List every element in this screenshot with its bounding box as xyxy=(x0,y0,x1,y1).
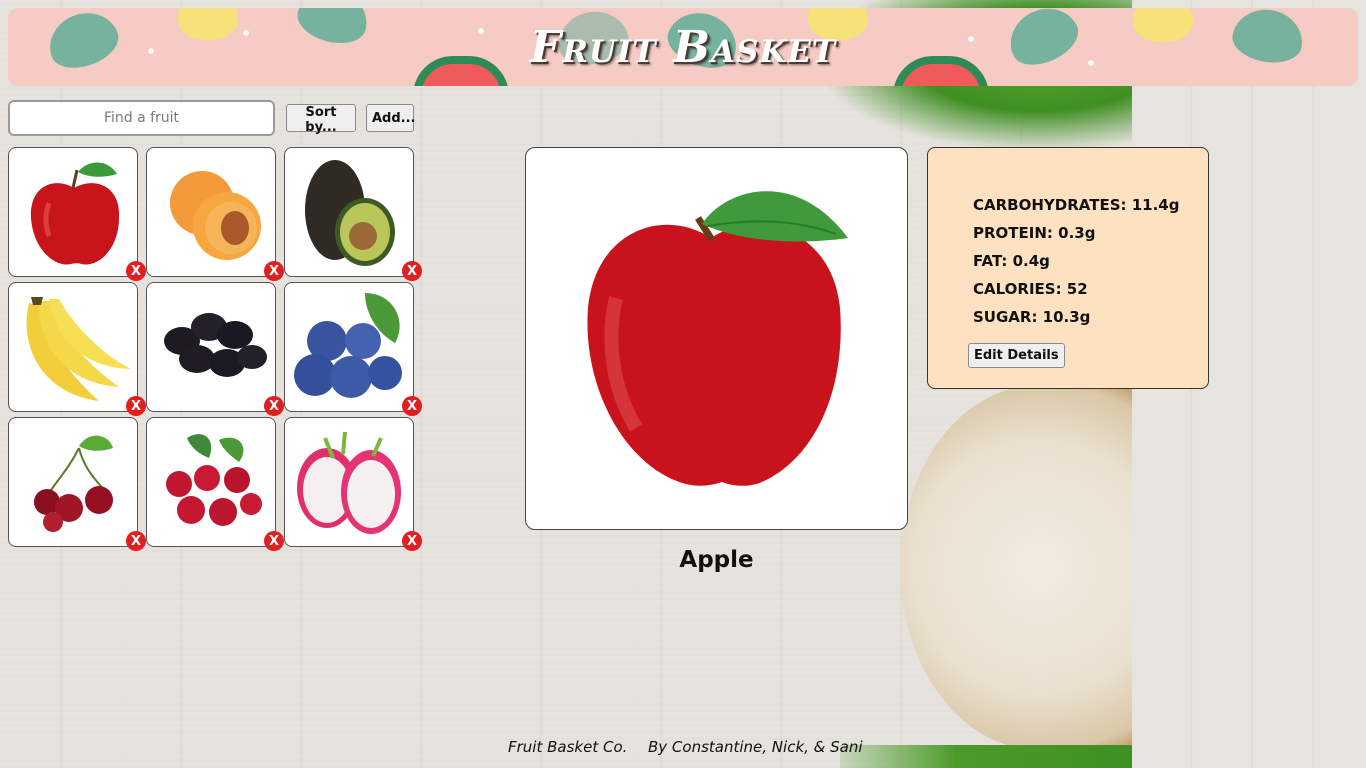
delete-button[interactable]: X xyxy=(402,396,422,416)
cranberry-icon xyxy=(166,434,262,526)
delete-button[interactable]: X xyxy=(264,396,284,416)
delete-button[interactable]: X xyxy=(126,531,146,551)
apricot-icon xyxy=(170,171,261,260)
nutrition-sugar: SUGAR: 10.3g xyxy=(973,308,1091,326)
fruit-tile-cherry[interactable] xyxy=(8,417,138,547)
footer-company: Fruit Basket Co. xyxy=(508,738,628,756)
dragonfruit-icon xyxy=(297,431,401,534)
nutrition-panel: CARBOHYDRATES: 11.4g PROTEIN: 0.3g FAT: … xyxy=(927,147,1209,389)
selected-fruit-name: Apple xyxy=(679,547,754,573)
fruit-tile-blackberry[interactable] xyxy=(146,282,276,412)
fruit-tile-blueberry[interactable] xyxy=(284,282,414,412)
delete-button[interactable]: X xyxy=(402,261,422,281)
header-banner: Fruit Basket xyxy=(8,8,1358,86)
nutrition-carbohydrates: CARBOHYDRATES: 11.4g xyxy=(973,196,1180,214)
fruit-tile-avocado[interactable] xyxy=(284,147,414,277)
delete-button[interactable]: X xyxy=(402,531,422,551)
banana-icon xyxy=(26,297,131,401)
greens-decoration-bottom xyxy=(840,745,1132,768)
sort-button[interactable]: Sort by... xyxy=(286,104,356,135)
app-title: Fruit Basket xyxy=(529,22,837,73)
nutrition-calories: CALORIES: 52 xyxy=(973,280,1088,298)
search-input[interactable] xyxy=(8,100,275,136)
delete-button[interactable]: X xyxy=(126,396,146,416)
fruit-tile-cranberry[interactable] xyxy=(146,417,276,547)
avocado-icon xyxy=(305,160,395,266)
nutrition-fat: FAT: 0.4g xyxy=(973,252,1050,270)
nutrition-protein: PROTEIN: 0.3g xyxy=(973,224,1096,242)
apple-icon xyxy=(30,162,120,265)
bread-decoration xyxy=(900,385,1132,750)
blueberry-icon xyxy=(294,293,402,398)
fruit-tile-apple[interactable] xyxy=(8,147,138,277)
edit-details-button[interactable]: Edit Details xyxy=(968,343,1065,368)
apple-icon xyxy=(587,191,848,486)
fruit-tile-apricot[interactable] xyxy=(146,147,276,277)
delete-button[interactable]: X xyxy=(264,531,284,551)
blackberry-icon xyxy=(164,313,267,377)
footer-authors: By Constantine, Nick, & Sani xyxy=(648,738,863,756)
delete-button[interactable]: X xyxy=(126,261,146,281)
cherry-icon xyxy=(34,435,113,532)
fruit-tile-banana[interactable] xyxy=(8,282,138,412)
fruit-tile-dragonfruit[interactable] xyxy=(284,417,414,547)
selected-fruit-image xyxy=(525,147,908,530)
add-button[interactable]: Add... xyxy=(366,104,416,132)
delete-button[interactable]: X xyxy=(264,261,284,281)
